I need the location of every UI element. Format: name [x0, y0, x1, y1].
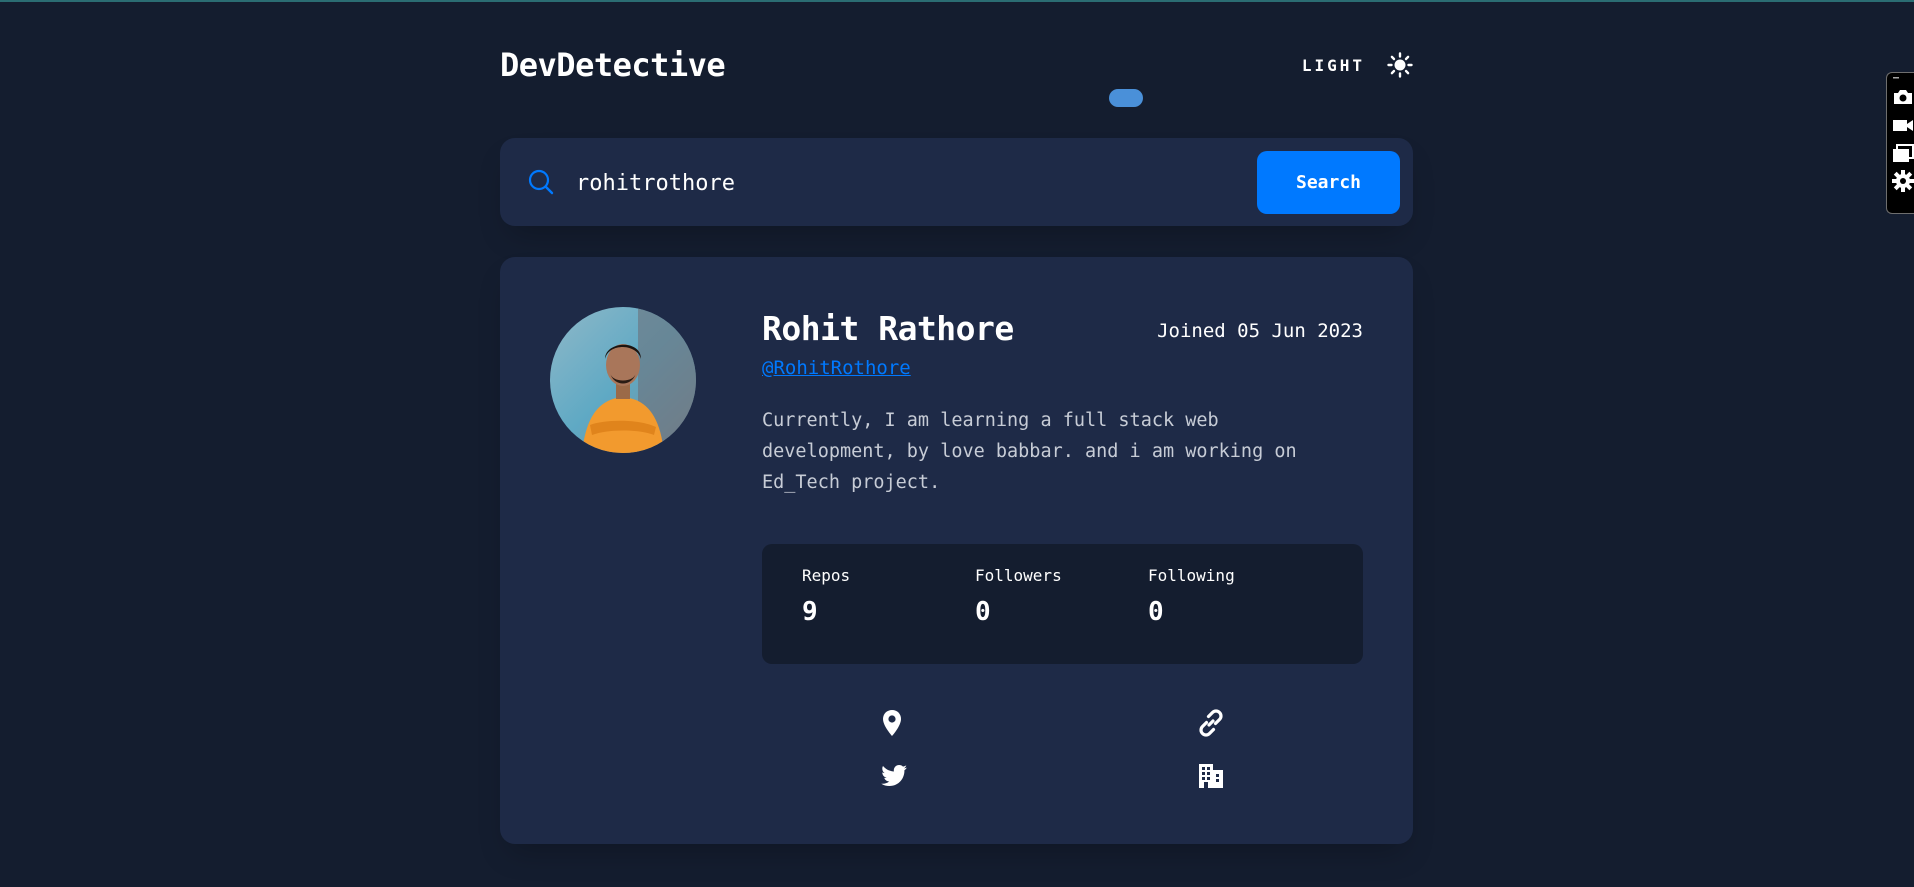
search-button[interactable]: Search [1257, 151, 1400, 214]
profile-handle-link[interactable]: @RohitRothore [762, 357, 911, 379]
avatar [550, 307, 696, 453]
app-logo: DevDetective [500, 46, 726, 84]
stat-value: 9 [802, 597, 818, 627]
search-icon [528, 169, 554, 195]
stats-panel: Repos 9 Followers 0 Following 0 [762, 544, 1363, 664]
avatar-image [550, 307, 696, 453]
stat-repos: Repos 9 [802, 566, 850, 627]
window-stack-icon[interactable] [1891, 141, 1914, 165]
toolbar-grip-icon: ⋯ [1893, 73, 1900, 84]
side-toolbar: ⋯ [1886, 72, 1914, 214]
stat-value: 0 [1148, 597, 1164, 627]
video-icon[interactable] [1891, 113, 1914, 137]
stat-followers: Followers 0 [975, 566, 1062, 627]
search-bar: Search [500, 138, 1413, 226]
joined-date: Joined 05 Jun 2023 [1157, 320, 1363, 342]
stat-value: 0 [975, 597, 991, 627]
stat-label: Repos [802, 566, 851, 585]
location-pin-icon [877, 708, 907, 738]
company-building-icon [1196, 761, 1226, 791]
profile-name: Rohit Rathore [762, 309, 1014, 348]
settings-gear-icon[interactable] [1891, 169, 1914, 193]
search-input[interactable] [574, 160, 1238, 206]
twitter-icon[interactable] [880, 761, 910, 791]
stat-following: Following 0 [1148, 566, 1235, 627]
profile-card: Rohit Rathore Joined 05 Jun 2023 @RohitR… [500, 257, 1413, 844]
sun-icon [1387, 52, 1413, 78]
stat-label: Following [1148, 566, 1235, 585]
link-icon[interactable] [1196, 708, 1226, 738]
camera-icon[interactable] [1891, 85, 1914, 109]
profile-bio: Currently, I am learning a full stack we… [762, 410, 1297, 493]
theme-toggle[interactable]: LIGHT [1302, 52, 1413, 78]
theme-toggle-label: LIGHT [1301, 55, 1365, 75]
stat-label: Followers [975, 566, 1062, 585]
top-accent-line [0, 0, 1914, 2]
floating-pill-indicator [1109, 89, 1143, 107]
header: DevDetective LIGHT [500, 46, 1413, 90]
